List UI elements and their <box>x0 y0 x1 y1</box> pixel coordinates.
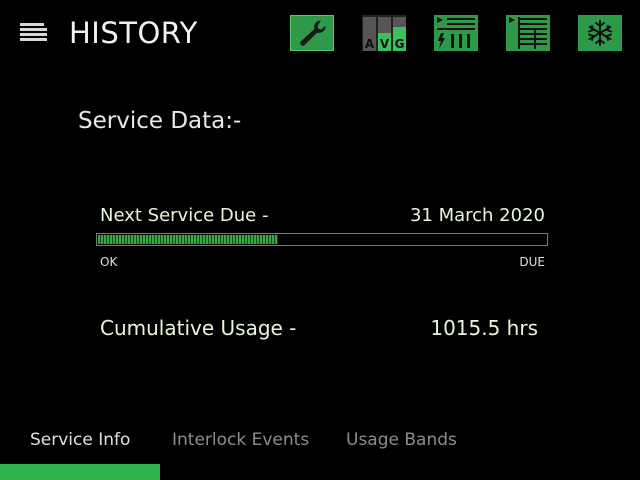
interlock-log-button[interactable] <box>434 15 478 51</box>
service-progress-bar <box>96 233 548 246</box>
next-service-date: 31 March 2020 <box>409 205 545 226</box>
cumulative-usage-label: Cumulative Usage - <box>100 316 297 340</box>
hamburger-icon[interactable] <box>20 23 47 43</box>
tab-usage-bands[interactable]: Usage Bands <box>346 430 457 450</box>
log-bars-icon <box>434 15 478 51</box>
service-progress-fill <box>98 235 278 244</box>
progress-max-label: DUE <box>519 255 545 269</box>
page-title: HISTORY <box>69 16 198 50</box>
tab-service-info[interactable]: Service Info <box>30 430 130 450</box>
avg-bars-icon: A V G <box>362 15 406 51</box>
avg-letter-v: V <box>380 37 390 51</box>
average-button[interactable]: A V G <box>362 15 406 51</box>
service-wrench-button[interactable] <box>290 15 334 51</box>
avg-letter-g: G <box>395 37 405 51</box>
progress-min-label: OK <box>100 255 118 269</box>
active-tab-indicator <box>0 464 160 480</box>
avg-letter-a: A <box>365 37 375 51</box>
wrench-icon <box>290 15 334 51</box>
tab-interlock-events[interactable]: Interlock Events <box>172 430 309 450</box>
next-service-label: Next Service Due - <box>100 205 269 226</box>
refrigeration-button[interactable] <box>578 15 622 51</box>
log-list-icon <box>506 15 550 51</box>
snowflake-icon <box>578 15 622 51</box>
cumulative-usage-value: 1015.5 hrs <box>430 316 538 340</box>
section-title: Service Data:- <box>78 108 242 134</box>
usage-log-button[interactable] <box>506 15 550 51</box>
